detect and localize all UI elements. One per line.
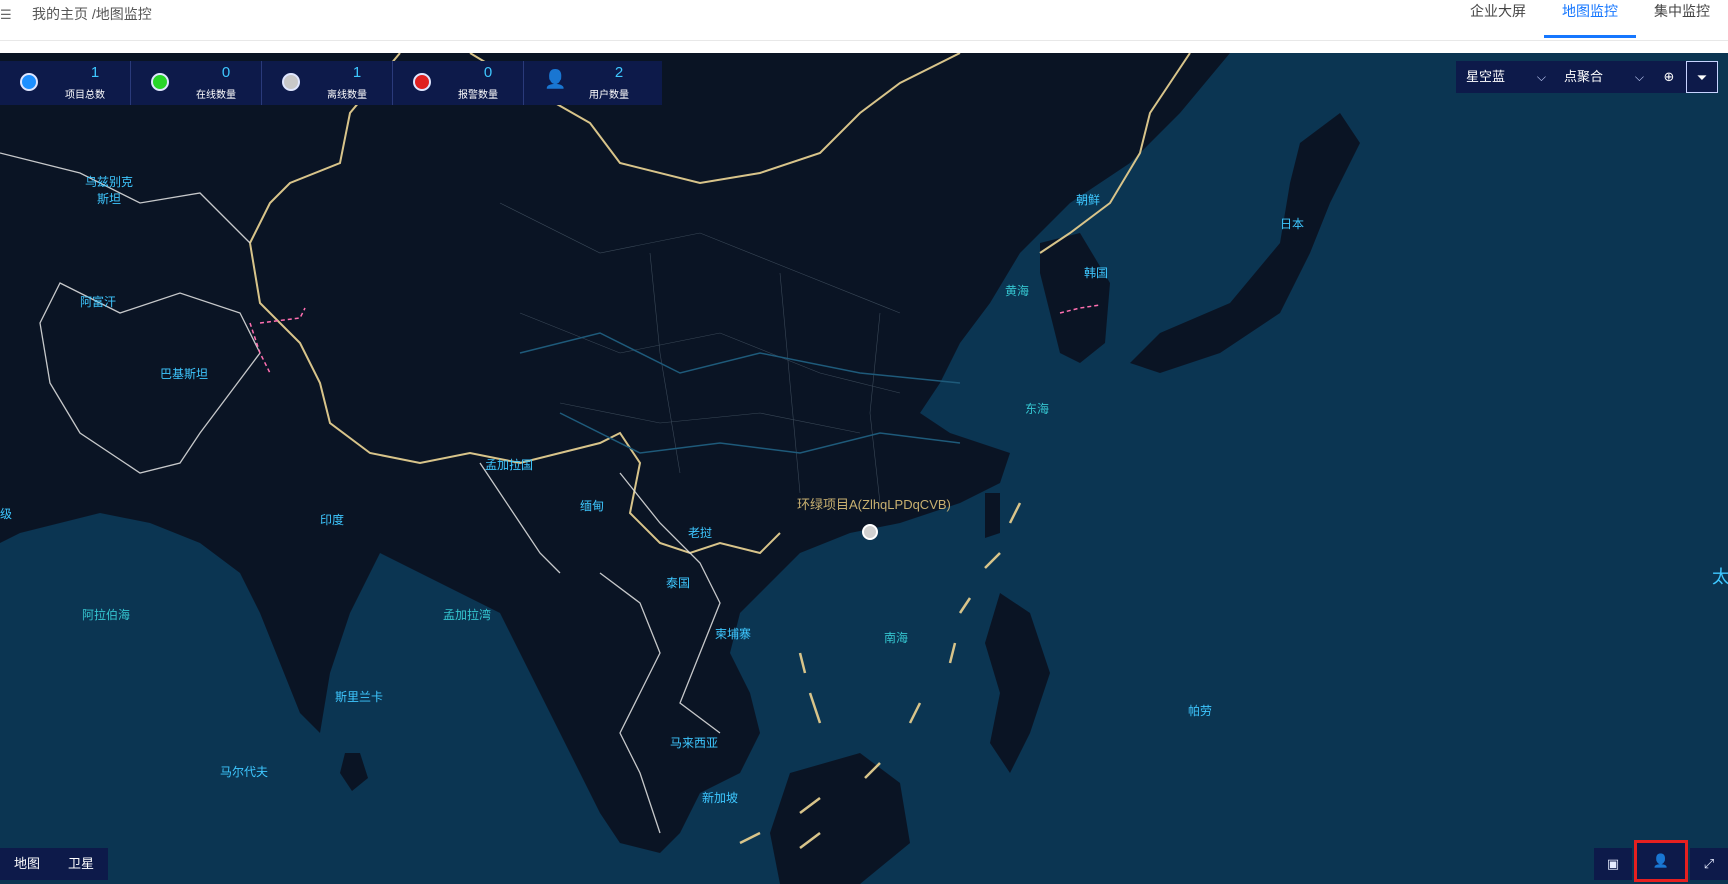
stats-bar: 1 项目总数 0 在线数量 1 离线数量 0 报警数量 👤 2 用户数量	[0, 61, 662, 105]
online-label: 在线数量	[196, 90, 236, 101]
label-bangladesh: 孟加拉国	[485, 458, 534, 472]
label-yellow-sea: 黄海	[1005, 284, 1030, 298]
theme-select[interactable]: 星空蓝 ⌵	[1456, 61, 1554, 93]
label-palau: 帕劳	[1188, 704, 1213, 718]
label-singapore: 新加坡	[702, 791, 739, 805]
label-pakistan: 巴基斯坦	[160, 367, 209, 381]
stat-online: 0 在线数量	[131, 61, 262, 105]
project-marker[interactable]	[862, 524, 878, 540]
label-bay-of-bengal: 孟加拉湾	[443, 608, 492, 622]
label-laos: 老挝	[688, 526, 713, 540]
tab-central-monitor[interactable]: 集中监控	[1636, 0, 1728, 38]
building-icon: ▣	[1606, 856, 1620, 871]
map-type-map[interactable]: 地图	[0, 848, 54, 880]
tab-enterprise-screen[interactable]: 企业大屏	[1452, 0, 1544, 38]
breadcrumb: 我的主页 /地图监控	[32, 6, 152, 22]
map-tools: ▣ 👤 ⤢	[1592, 840, 1728, 882]
alarm-icon	[413, 73, 431, 91]
stat-total-projects: 1 项目总数	[0, 61, 131, 105]
stat-users: 👤 2 用户数量	[524, 61, 654, 105]
offline-value: 1	[352, 64, 362, 81]
users-value: 2	[614, 64, 624, 81]
map-type-satellite[interactable]: 卫星	[54, 848, 108, 880]
total-projects-value: 1	[90, 64, 100, 81]
label-afghanistan: 阿富汗	[80, 295, 117, 309]
total-projects-label: 项目总数	[65, 90, 105, 101]
map-background	[0, 53, 1728, 884]
filter-button[interactable]: ⏷	[1686, 61, 1718, 93]
nav-tabs: 企业大屏 地图监控 集中监控	[1452, 0, 1728, 38]
stat-offline: 1 离线数量	[262, 61, 393, 105]
map-type-switch: 地图 卫星	[0, 848, 109, 880]
map-canvas[interactable]: 1 项目总数 0 在线数量 1 离线数量 0 报警数量 👤 2 用户数量 星空蓝…	[0, 53, 1728, 884]
menu-icon[interactable]: ☰	[0, 8, 14, 22]
fullscreen-icon: ⤢	[1703, 856, 1715, 871]
label-japan: 日本	[1280, 217, 1305, 231]
label-maldives: 马尔代夫	[220, 765, 269, 779]
map-controls: 星空蓝 ⌵ 点聚合 ⌵ ⊕ ⏷	[1456, 61, 1718, 93]
cluster-select[interactable]: 点聚合 ⌵	[1554, 61, 1652, 93]
alarm-label: 报警数量	[458, 90, 498, 101]
label-south-sea: 南海	[884, 631, 909, 645]
label-east-sea: 东海	[1025, 402, 1050, 416]
label-malaysia: 马来西亚	[670, 736, 719, 750]
fullscreen-button[interactable]: ⤢	[1690, 848, 1728, 880]
label-cambodia: 柬埔寨	[715, 627, 752, 641]
offline-label: 离线数量	[327, 90, 367, 101]
filter-icon: ⏷	[1696, 70, 1708, 85]
tab-map-monitor[interactable]: 地图监控	[1544, 0, 1636, 38]
label-south-korea: 韩国	[1084, 266, 1109, 280]
user-icon: 👤	[1652, 853, 1670, 868]
label-pacific-partial: 太	[1712, 567, 1728, 587]
chevron-down-icon: ⌵	[1634, 70, 1644, 84]
offline-icon	[282, 73, 300, 91]
label-left-partial: 级	[0, 507, 13, 521]
project-marker-label[interactable]: 环绿项目A(ZlhqLPDqCVB)	[797, 494, 951, 513]
locate-button[interactable]: ⊕	[1652, 61, 1686, 93]
label-myanmar: 缅甸	[580, 499, 605, 513]
total-projects-icon	[20, 73, 38, 91]
locate-icon: ⊕	[1663, 69, 1675, 84]
alarm-value: 0	[483, 64, 493, 81]
label-north-korea: 朝鲜	[1076, 193, 1101, 207]
label-sri-lanka: 斯里兰卡	[335, 690, 384, 704]
online-icon	[151, 73, 169, 91]
label-india: 印度	[320, 513, 345, 527]
chevron-down-icon: ⌵	[1536, 70, 1546, 84]
top-bar: ☰ 我的主页 /地图监控 企业大屏 地图监控 集中监控	[0, 0, 1728, 41]
label-arabian-sea: 阿拉伯海	[82, 608, 131, 622]
cluster-select-value: 点聚合	[1564, 69, 1604, 84]
stat-alarm: 0 报警数量	[393, 61, 524, 105]
label-thailand: 泰国	[666, 576, 691, 590]
theme-select-value: 星空蓝	[1466, 69, 1506, 84]
user-button[interactable]: 👤	[1634, 840, 1688, 882]
building-button[interactable]: ▣	[1594, 848, 1632, 880]
users-label: 用户数量	[589, 90, 629, 101]
online-value: 0	[221, 64, 231, 81]
label-uzbekistan: 乌兹别克 斯坦	[85, 175, 134, 206]
